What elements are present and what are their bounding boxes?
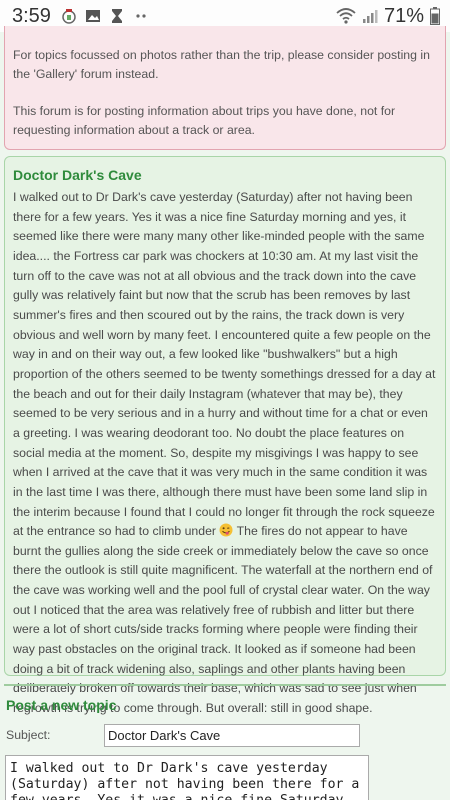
winking-tongue-emoji-icon	[219, 523, 233, 537]
post-body-part1: I walked out to Dr Dark's cave yesterday…	[13, 190, 436, 539]
new-topic-heading: Post a new topic	[6, 697, 117, 713]
battery-percent: 71%	[383, 4, 424, 27]
subject-label: Subject:	[6, 728, 51, 742]
status-right-icons: 71%	[336, 5, 440, 28]
wifi-icon	[336, 8, 356, 24]
subject-input[interactable]	[104, 724, 360, 747]
status-time: 3:59	[12, 4, 51, 27]
message-body-textarea[interactable]: I walked out to Dr Dark's cave yesterday…	[5, 755, 369, 800]
post-body-part2: The fires do not appear to have burnt th…	[13, 524, 433, 716]
image-icon	[85, 10, 100, 22]
notice-forum-purpose-text: This forum is for posting information ab…	[13, 104, 396, 137]
dots-icon	[136, 14, 146, 18]
post-title: Doctor Dark's Cave	[13, 167, 142, 183]
signal-icon	[362, 10, 378, 23]
post-preview: Doctor Dark's Cave I walked out to Dr Da…	[4, 156, 446, 715]
post-body: I walked out to Dr Dark's cave yesterday…	[13, 188, 438, 719]
forum-notice: For topics focussed on photos rather tha…	[4, 26, 446, 150]
status-left-icons	[61, 8, 149, 24]
app-badge-icon	[62, 9, 76, 24]
battery-icon	[430, 7, 440, 25]
hourglass-icon	[111, 9, 122, 23]
notice-gallery-text: For topics focussed on photos rather tha…	[13, 48, 430, 81]
section-divider	[4, 684, 446, 686]
